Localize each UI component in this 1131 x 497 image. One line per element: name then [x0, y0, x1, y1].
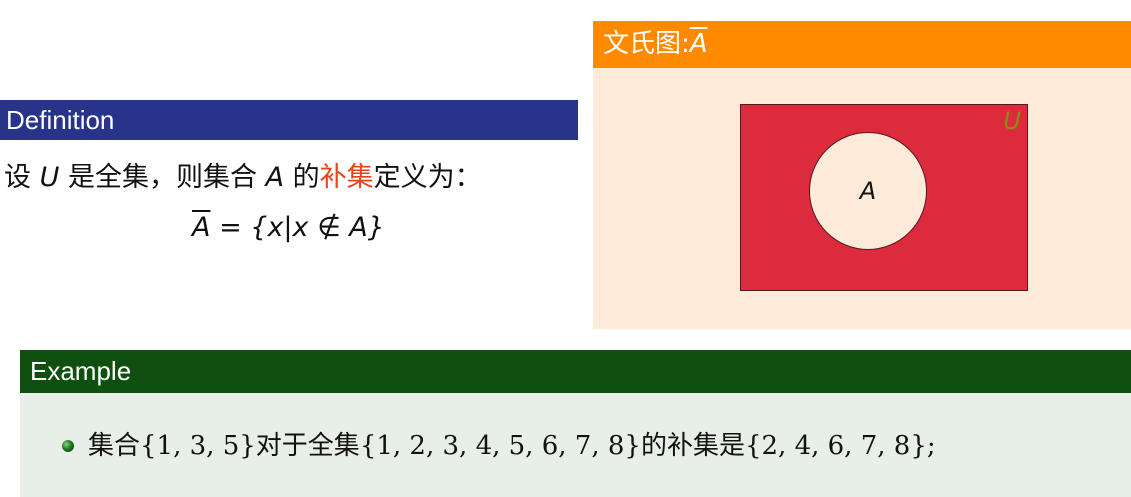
example-header: Example [20, 350, 1131, 393]
example-set3: {2, 4, 6, 7, 8}; [744, 431, 936, 461]
definition-text: 设 U 是全集，则集合 A 的补集定义为： [4, 158, 482, 198]
universal-set-symbol: U [39, 162, 60, 193]
definition-header: Definition [0, 100, 578, 140]
venn-diagram-panel: 文氏图:A U A [593, 21, 1131, 329]
universal-set-rectangle: U A [740, 104, 1028, 291]
formula-rhs: = {x|x ∉ A} [210, 212, 385, 243]
formula-lhs: A [192, 212, 211, 243]
set-a-label: A [859, 177, 877, 205]
example-set2: {1, 2, 3, 4, 5, 6, 7, 8} [359, 431, 641, 461]
definition-text-suffix: 定义为： [373, 162, 482, 193]
example-set1: {1, 3, 5} [140, 431, 256, 461]
complement-highlight: 补集 [319, 162, 374, 193]
example-text1: 集合 [88, 431, 141, 461]
example-text2: 对于全集 [255, 431, 360, 461]
definition-text-mid1: 是全集，则集合 [59, 162, 266, 193]
example-list-item: 集合 {1, 3, 5} 对于全集 {1, 2, 3, 4, 5, 6, 7, … [62, 426, 936, 466]
universal-set-label: U [1003, 107, 1021, 135]
definition-text-mid2: 的 [284, 162, 320, 193]
set-a-circle: A [809, 132, 927, 250]
example-block: Example 集合 {1, 3, 5} 对于全集 {1, 2, 3, 4, 5… [20, 350, 1131, 497]
complement-formula: A = {x|x ∉ A} [192, 208, 385, 248]
venn-title-symbol: A [689, 29, 708, 59]
venn-header: 文氏图:A [593, 21, 1131, 68]
example-text3: 的补集是 [640, 431, 745, 461]
bullet-icon [62, 440, 74, 452]
definition-text-prefix: 设 [4, 162, 40, 193]
set-symbol: A [265, 162, 285, 193]
venn-title: 文氏图: [603, 29, 690, 59]
